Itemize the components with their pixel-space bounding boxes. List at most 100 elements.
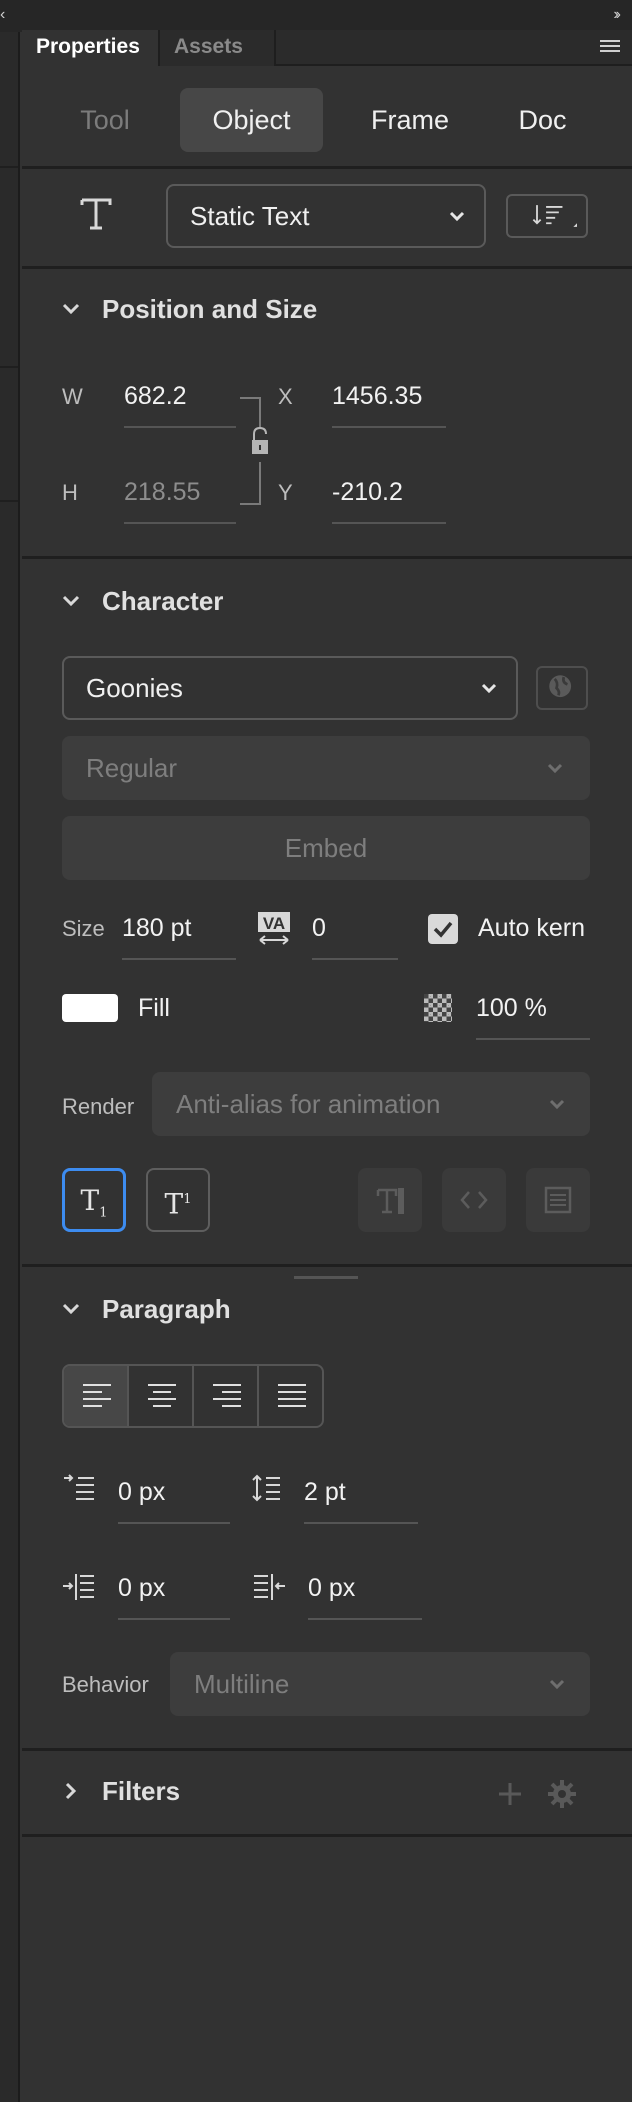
mode-doc[interactable]: Doc xyxy=(495,88,590,152)
lock-proportions-icon[interactable] xyxy=(238,396,268,508)
auto-kern-label: Auto kern xyxy=(478,914,586,942)
chevron-down-icon xyxy=(62,303,80,315)
align-left-icon xyxy=(83,1384,111,1407)
indent-icon xyxy=(64,1474,94,1500)
language-button[interactable] xyxy=(536,666,588,710)
font-family-value: Goonies xyxy=(86,673,183,703)
position-size-header[interactable]: Position and Size xyxy=(60,294,380,328)
text-border-icon xyxy=(544,1186,572,1214)
left-margin-field[interactable]: 0 px xyxy=(118,1574,165,1603)
chevron-down-icon xyxy=(62,1303,80,1315)
width-field[interactable]: 682.2 xyxy=(124,382,187,411)
paragraph-header[interactable]: Paragraph xyxy=(60,1294,320,1328)
align-justify-button[interactable] xyxy=(259,1366,322,1426)
height-label: H xyxy=(62,480,78,505)
align-center-button[interactable] xyxy=(129,1366,194,1426)
font-family-dropdown[interactable]: Goonies xyxy=(62,656,518,720)
render-html-button xyxy=(442,1168,506,1232)
left-margin-underline xyxy=(118,1618,230,1620)
height-field[interactable]: 218.55 xyxy=(124,478,200,507)
y-underline xyxy=(332,522,446,524)
tab-assets[interactable]: Assets xyxy=(158,30,276,66)
right-margin-icon xyxy=(254,1574,285,1600)
indent-field[interactable]: 0 px xyxy=(118,1478,165,1507)
divider xyxy=(22,556,632,559)
tab-properties[interactable]: Properties xyxy=(22,30,158,66)
text-type-dropdown[interactable]: Static Text xyxy=(166,184,486,248)
panel-tab-bar: Properties Assets xyxy=(22,30,632,66)
align-right-icon xyxy=(213,1384,241,1407)
left-gutter xyxy=(0,0,20,2102)
width-label: W xyxy=(62,384,83,409)
letter-spacing-underline xyxy=(312,958,398,960)
right-margin-underline xyxy=(308,1618,422,1620)
font-style-value: Regular xyxy=(86,753,178,783)
left-margin-icon xyxy=(63,1574,94,1600)
divider xyxy=(0,166,18,168)
gear-icon xyxy=(548,1780,576,1808)
y-field[interactable]: -210.2 xyxy=(332,478,403,507)
align-center-icon xyxy=(148,1384,176,1407)
chevron-down-icon xyxy=(549,1679,565,1690)
expand-right-icon[interactable]: ›› xyxy=(613,6,620,24)
text-type-value: Static Text xyxy=(190,201,310,231)
show-border-button xyxy=(526,1168,590,1232)
text-orientation-button[interactable] xyxy=(506,194,588,238)
collapse-left-icon[interactable]: ‹ xyxy=(0,6,5,24)
filters-header[interactable]: Filters xyxy=(60,1776,320,1810)
superscript-icon: T1 xyxy=(164,1187,192,1221)
checkmark-icon xyxy=(433,921,453,938)
x-field[interactable]: 1456.35 xyxy=(332,382,422,411)
alpha-checker-icon xyxy=(424,994,452,1022)
embed-button: Embed xyxy=(62,816,590,880)
chevron-down-icon xyxy=(547,763,563,774)
mode-frame[interactable]: Frame xyxy=(350,88,470,152)
section-title: Character xyxy=(102,586,224,616)
behavior-dropdown: Multiline xyxy=(170,1652,590,1716)
alpha-field[interactable]: 100 % xyxy=(476,994,547,1023)
text-tool-icon xyxy=(80,198,112,230)
chevron-right-icon xyxy=(65,1782,77,1800)
divider xyxy=(22,1834,632,1837)
divider xyxy=(22,1748,632,1751)
section-title: Paragraph xyxy=(102,1294,231,1324)
line-spacing-field[interactable]: 2 pt xyxy=(304,1478,346,1507)
subscript-icon: T1 xyxy=(80,1184,108,1221)
subscript-button[interactable]: T1 xyxy=(62,1168,126,1232)
properties-panel: ‹ ›› Properties Assets Tool Object Frame… xyxy=(0,0,632,2102)
superscript-button[interactable]: T1 xyxy=(146,1168,210,1232)
align-left-button[interactable] xyxy=(64,1366,129,1426)
letter-spacing-field[interactable]: 0 xyxy=(312,914,326,943)
divider xyxy=(22,1264,632,1267)
resize-grip[interactable] xyxy=(294,1276,358,1279)
render-label: Render xyxy=(62,1094,135,1119)
panel-top-strip: ‹ ›› xyxy=(0,0,632,32)
mode-object[interactable]: Object xyxy=(180,88,323,152)
x-label: X xyxy=(278,384,293,409)
size-label: Size xyxy=(62,916,105,941)
divider xyxy=(22,166,632,169)
selectable-text-button xyxy=(358,1168,422,1232)
behavior-label: Behavior xyxy=(62,1672,149,1697)
align-right-button[interactable] xyxy=(194,1366,259,1426)
section-title: Position and Size xyxy=(102,294,318,324)
font-size-field[interactable]: 180 pt xyxy=(122,914,192,943)
height-underline xyxy=(124,522,236,524)
mode-tool[interactable]: Tool xyxy=(60,88,150,152)
selectable-text-icon xyxy=(376,1188,404,1214)
panel-menu-icon[interactable] xyxy=(600,40,620,56)
sort-lines-icon xyxy=(532,205,577,227)
width-underline xyxy=(124,426,236,428)
chevron-down-icon xyxy=(62,595,80,607)
auto-kern-checkbox[interactable] xyxy=(428,914,458,944)
character-header[interactable]: Character xyxy=(60,586,320,620)
chevron-down-icon xyxy=(481,683,497,694)
line-spacing-icon xyxy=(252,1474,280,1502)
fill-color-swatch[interactable] xyxy=(62,994,118,1022)
code-icon xyxy=(460,1191,488,1209)
divider xyxy=(22,266,632,269)
add-filter-icon xyxy=(499,1783,521,1805)
right-margin-field[interactable]: 0 px xyxy=(308,1574,355,1603)
render-dropdown: Anti-alias for animation xyxy=(152,1072,590,1136)
divider xyxy=(0,366,18,368)
